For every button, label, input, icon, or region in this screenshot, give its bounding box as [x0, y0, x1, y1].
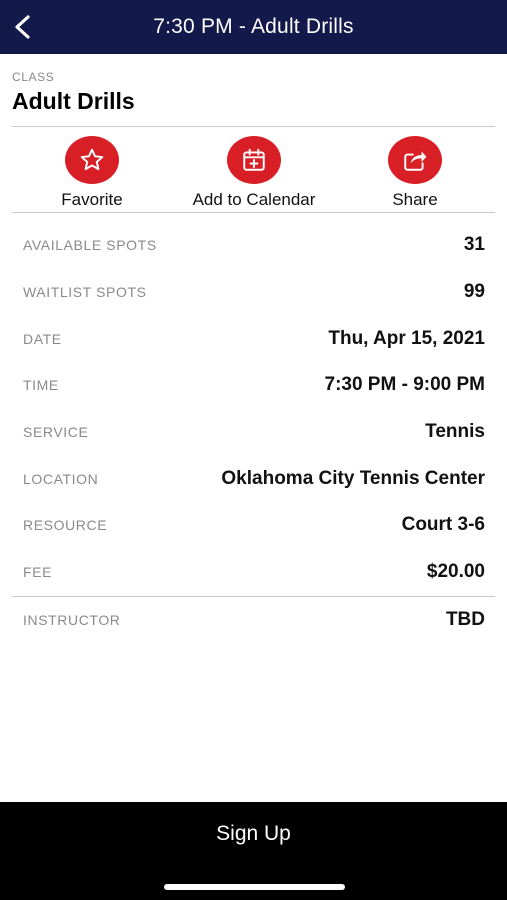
calendar-circle [227, 136, 281, 184]
detail-value: Oklahoma City Tennis Center [221, 467, 485, 489]
detail-row-date: DATE Thu, Apr 15, 2021 [0, 315, 507, 362]
class-header: CLASS Adult Drills [12, 70, 495, 115]
detail-key: FEE [23, 564, 53, 581]
page-title: 7:30 PM - Adult Drills [153, 15, 354, 38]
back-button[interactable] [8, 9, 36, 45]
detail-row-resource: RESOURCE Court 3-6 [0, 502, 507, 549]
detail-row-waitlist-spots: WAITLIST SPOTS 99 [0, 269, 507, 316]
detail-row-time: TIME 7:30 PM - 9:00 PM [0, 362, 507, 409]
sign-up-button[interactable]: Sign Up [0, 802, 507, 866]
divider [12, 212, 495, 213]
action-bar: Favorite Add to Calendar Share [0, 128, 507, 212]
detail-value: 7:30 PM - 9:00 PM [324, 374, 486, 396]
class-label: CLASS [12, 70, 55, 84]
share-button[interactable]: Share [330, 136, 500, 210]
detail-row-instructor: INSTRUCTOR TBD [12, 595, 495, 644]
detail-value: 99 [463, 281, 485, 303]
top-nav-bar: 7:30 PM - Adult Drills [0, 0, 507, 54]
detail-key: AVAILABLE SPOTS [23, 237, 157, 254]
star-icon [80, 148, 104, 171]
bottom-bar: Sign Up [0, 802, 507, 900]
favorite-circle [65, 136, 119, 184]
share-icon [404, 151, 427, 171]
chevron-left-icon [15, 15, 30, 39]
detail-row-location: LOCATION Oklahoma City Tennis Center [0, 455, 507, 502]
favorite-button[interactable]: Favorite [7, 136, 177, 210]
detail-key: RESOURCE [23, 517, 108, 534]
class-details-list: AVAILABLE SPOTS 31 WAITLIST SPOTS 99 DAT… [0, 222, 507, 643]
detail-value: $20.00 [426, 561, 485, 583]
share-label: Share [392, 190, 438, 209]
home-indicator[interactable] [164, 884, 345, 890]
detail-row-available-spots: AVAILABLE SPOTS 31 [0, 222, 507, 269]
detail-key: SERVICE [23, 424, 89, 441]
detail-value: Thu, Apr 15, 2021 [328, 327, 485, 349]
detail-key: LOCATION [23, 470, 99, 487]
share-circle [388, 136, 442, 184]
detail-value: TBD [445, 608, 485, 630]
detail-value: 31 [463, 234, 485, 256]
detail-key: DATE [23, 330, 62, 347]
detail-value: Tennis [425, 421, 485, 443]
detail-key: WAITLIST SPOTS [23, 284, 147, 301]
add-to-calendar-label: Add to Calendar [192, 190, 316, 209]
detail-key: INSTRUCTOR [23, 611, 121, 628]
calendar-add-icon [243, 148, 265, 171]
add-to-calendar-button[interactable]: Add to Calendar [169, 136, 339, 210]
divider [12, 126, 495, 127]
favorite-label: Favorite [61, 190, 123, 209]
detail-key: TIME [23, 377, 59, 394]
class-name: Adult Drills [12, 88, 135, 114]
detail-value: Court 3-6 [401, 514, 485, 536]
detail-row-fee: FEE $20.00 [0, 549, 507, 596]
detail-row-service: SERVICE Tennis [0, 409, 507, 456]
